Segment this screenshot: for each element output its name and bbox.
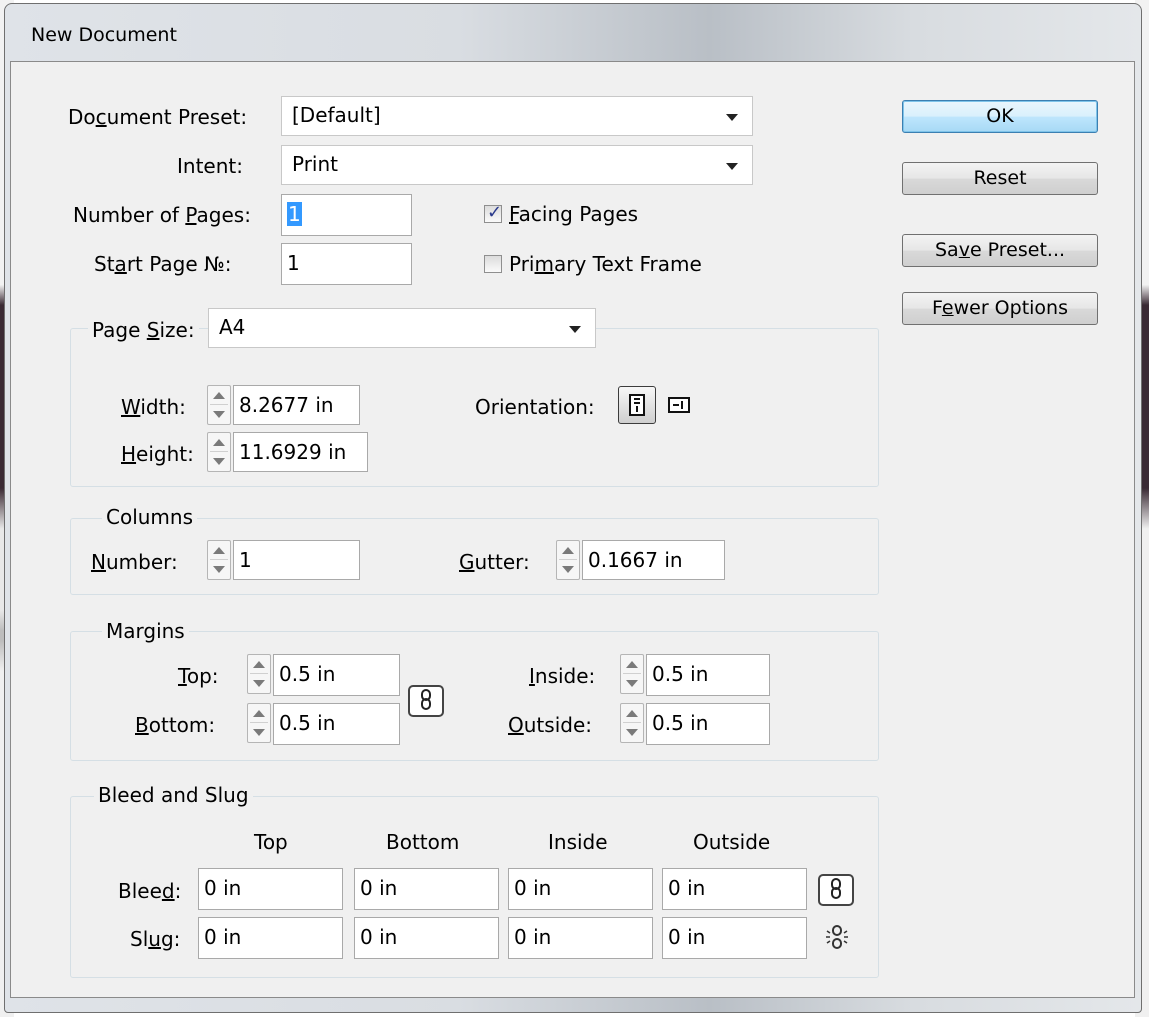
down-arrow-icon: [213, 411, 225, 418]
page-size-value: A4: [219, 315, 246, 339]
down-arrow-icon: [626, 680, 638, 687]
up-arrow-icon: [253, 710, 265, 717]
margin-outside-label: Outside:: [508, 713, 592, 737]
down-arrow-icon: [253, 729, 265, 736]
columns-number-stepper[interactable]: [207, 540, 231, 580]
save-preset-button[interactable]: Save Preset...: [902, 234, 1098, 267]
bleed-top-input[interactable]: 0 in: [198, 868, 343, 910]
reset-button[interactable]: Reset: [902, 162, 1098, 195]
column-header-outside: Outside: [693, 830, 771, 854]
intent-dropdown[interactable]: Print: [281, 145, 753, 185]
landscape-orientation-icon[interactable]: [662, 388, 696, 422]
up-arrow-icon: [213, 392, 225, 399]
margin-bottom-label: Bottom:: [135, 713, 216, 737]
chain-link-icon[interactable]: [408, 685, 444, 717]
bleed-bottom-input[interactable]: 0 in: [354, 868, 499, 910]
chevron-down-icon: [726, 114, 738, 121]
margin-bottom-input[interactable]: 0.5 in: [273, 703, 400, 745]
height-stepper[interactable]: [207, 432, 231, 472]
up-arrow-icon: [253, 661, 265, 668]
margins-legend: Margins: [102, 619, 189, 643]
primary-text-frame-label: Primary Text Frame: [509, 252, 702, 276]
up-arrow-icon: [213, 439, 225, 446]
intent-label: Intent:: [177, 154, 243, 178]
orientation-label: Orientation:: [475, 395, 595, 419]
checkmark-icon: ✓: [487, 202, 503, 223]
page-size-label: Page Size:: [88, 318, 199, 342]
fewer-options-button[interactable]: Fewer Options: [902, 292, 1098, 325]
slug-outside-input[interactable]: 0 in: [662, 917, 807, 959]
title-bar[interactable]: New Document: [5, 4, 1141, 60]
margin-bottom-stepper[interactable]: [247, 703, 271, 743]
width-input[interactable]: 8.2677 in: [233, 385, 360, 425]
start-page-label: Start Page №:: [94, 252, 232, 276]
ok-button[interactable]: OK: [902, 100, 1098, 133]
gutter-stepper[interactable]: [556, 540, 580, 580]
column-header-inside: Inside: [548, 830, 608, 854]
column-header-top: Top: [254, 830, 288, 854]
height-label: Height:: [121, 442, 194, 466]
number-of-pages-input[interactable]: 1: [281, 194, 412, 236]
dialog-title: New Document: [31, 24, 177, 46]
document-preset-value: [Default]: [292, 103, 381, 127]
gutter-label: Gutter:: [459, 550, 530, 574]
dialog-body: Document Preset: [Default] Intent: Print…: [10, 61, 1135, 998]
portrait-orientation-icon[interactable]: [618, 386, 656, 424]
new-document-dialog: New Document Document Preset: [Default] …: [4, 3, 1142, 1013]
width-stepper[interactable]: [207, 385, 231, 425]
column-header-bottom: Bottom: [386, 830, 460, 854]
height-input[interactable]: 11.6929 in: [233, 432, 368, 472]
columns-number-input[interactable]: 1: [233, 540, 360, 580]
chevron-down-icon: [726, 163, 738, 170]
margin-inside-input[interactable]: 0.5 in: [646, 654, 770, 696]
margin-inside-label: Inside:: [529, 664, 596, 688]
margin-top-input[interactable]: 0.5 in: [273, 654, 400, 696]
chain-link-icon[interactable]: [818, 874, 854, 906]
bleed-label: Bleed:: [118, 879, 182, 903]
start-page-input[interactable]: 1: [281, 243, 412, 285]
number-of-pages-label: Number of Pages:: [73, 203, 251, 227]
slug-label: Slug:: [130, 927, 181, 951]
margin-top-label: Top:: [178, 664, 219, 688]
slug-bottom-input[interactable]: 0 in: [354, 917, 499, 959]
columns-legend: Columns: [102, 505, 198, 529]
intent-value: Print: [292, 152, 339, 176]
down-arrow-icon: [626, 729, 638, 736]
up-arrow-icon: [213, 547, 225, 554]
margin-top-stepper[interactable]: [247, 654, 271, 694]
gutter-input[interactable]: 0.1667 in: [582, 540, 725, 580]
slug-top-input[interactable]: 0 in: [198, 917, 343, 959]
page-size-dropdown[interactable]: A4: [208, 308, 596, 348]
slug-inside-input[interactable]: 0 in: [508, 917, 653, 959]
bleed-and-slug-legend: Bleed and Slug: [94, 783, 253, 807]
columns-number-label: Number:: [91, 550, 178, 574]
down-arrow-icon: [213, 458, 225, 465]
margin-inside-stepper[interactable]: [620, 654, 644, 694]
margin-outside-stepper[interactable]: [620, 703, 644, 743]
up-arrow-icon: [562, 547, 574, 554]
chevron-down-icon: [569, 326, 581, 333]
document-preset-dropdown[interactable]: [Default]: [281, 96, 753, 136]
bleed-outside-input[interactable]: 0 in: [662, 868, 807, 910]
down-arrow-icon: [562, 566, 574, 573]
primary-text-frame-checkbox[interactable]: [484, 255, 502, 273]
document-preset-label: Document Preset:: [68, 105, 248, 129]
up-arrow-icon: [626, 661, 638, 668]
bleed-inside-input[interactable]: 0 in: [508, 868, 653, 910]
facing-pages-label: Facing Pages: [509, 202, 639, 226]
margin-outside-input[interactable]: 0.5 in: [646, 703, 770, 745]
facing-pages-checkbox[interactable]: ✓: [484, 202, 503, 223]
down-arrow-icon: [213, 566, 225, 573]
down-arrow-icon: [253, 680, 265, 687]
up-arrow-icon: [626, 710, 638, 717]
width-label: Width:: [121, 395, 186, 419]
broken-chain-link-icon[interactable]: [822, 922, 852, 952]
